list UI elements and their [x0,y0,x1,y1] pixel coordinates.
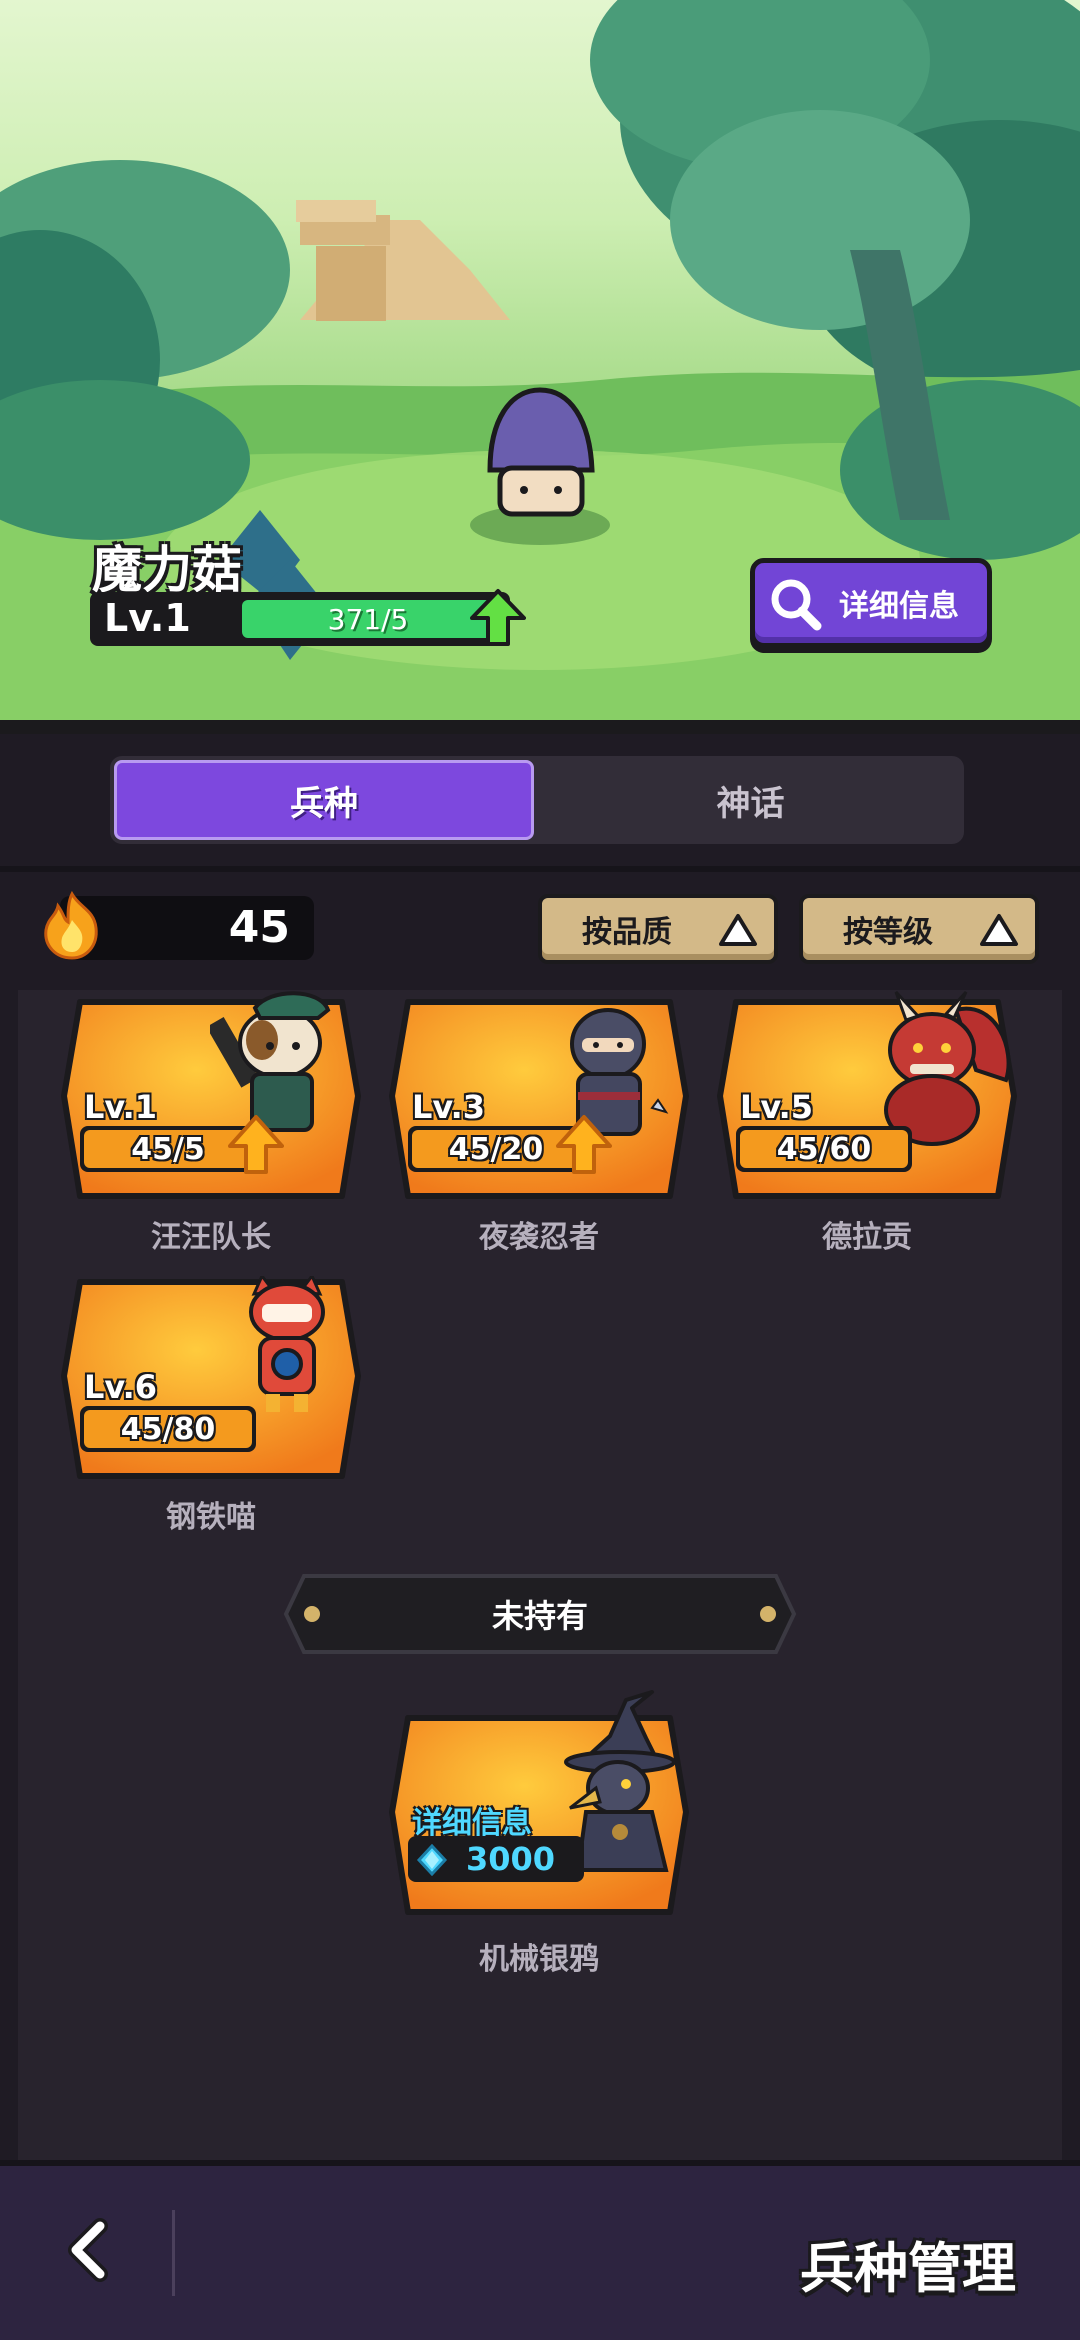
unit-level: Lv.3 [412,1088,486,1126]
sort-by-level-button[interactable]: 按等级 [799,894,1039,964]
unit-price: 3000 [408,1836,584,1882]
upgrade-arrow-icon [556,1115,612,1174]
back-arrow-icon[interactable] [58,2218,122,2282]
sort-by-quality-button[interactable]: 按品质 [538,894,778,964]
unit-card-dragon[interactable]: Lv.5 45/60 [716,990,1018,1206]
unit-name: 夜袭忍者 [479,1220,599,1255]
hero-detail-label: 详细信息 [839,589,959,624]
unit-level: Lv.5 [740,1088,814,1126]
unit-card-captain-wang[interactable]: Lv.1 45/5 [60,991,362,1206]
tab-units[interactable]: 兵种 [114,760,534,840]
search-icon [771,579,822,631]
hero-scene: 魔力菇 Lv.1 371/5 详细信息 [0,0,1080,730]
upgrade-arrow-icon [228,1115,284,1174]
iron-cat-icon [249,1276,325,1412]
unit-level: Lv.6 [84,1368,158,1406]
unit-progress: 45/5 [84,1130,252,1168]
hero-level-bar: Lv.1 371/5 [90,592,510,646]
hero-level: Lv.1 [104,596,191,640]
unit-progress: 45/20 [412,1130,580,1168]
unit-progress-bar: 45/60 [736,1126,912,1172]
unit-name: 机械银鸦 [479,1942,599,1977]
unit-name: 钢铁喵 [166,1500,256,1535]
unit-progress: 45/80 [84,1410,252,1448]
unowned-section-banner: 未持有 [282,1572,798,1656]
triangle-up-icon [719,914,757,946]
unowned-section-title: 未持有 [491,1597,588,1635]
unit-price-value: 3000 [466,1840,556,1878]
sort-level-label: 按等级 [843,915,933,950]
hero-divider [0,720,1080,734]
fire-count: 45 [228,902,290,953]
hero-exp-bar: 371/5 [242,600,494,638]
unit-progress: 45/60 [740,1130,908,1168]
unit-level: Lv.1 [84,1088,158,1126]
tab-bar: 兵种 神话 [110,756,964,844]
unit-name: 德拉贡 [822,1220,912,1255]
unit-progress-bar: 45/80 [80,1406,256,1452]
unit-card-mech-crow[interactable]: 详细信息 3000 [388,1690,690,1922]
sort-quality-label: 按品质 [582,915,672,950]
fire-icon [44,890,98,960]
tab-myth[interactable]: 神话 [537,756,964,844]
hero-detail-button[interactable]: 详细信息 [750,558,992,648]
bottom-separator [172,2210,175,2296]
page-title: 兵种管理 [800,2237,1016,2300]
unit-name: 汪汪队长 [151,1220,271,1255]
section-divider [0,866,1080,872]
level-up-arrow-icon[interactable] [470,588,526,648]
unit-card-night-ninja[interactable]: Lv.3 45/20 [388,996,690,1206]
triangle-up-icon [980,914,1018,946]
gem-icon [416,1844,448,1876]
unit-card-iron-cat[interactable]: Lv.6 45/80 [60,1276,362,1486]
